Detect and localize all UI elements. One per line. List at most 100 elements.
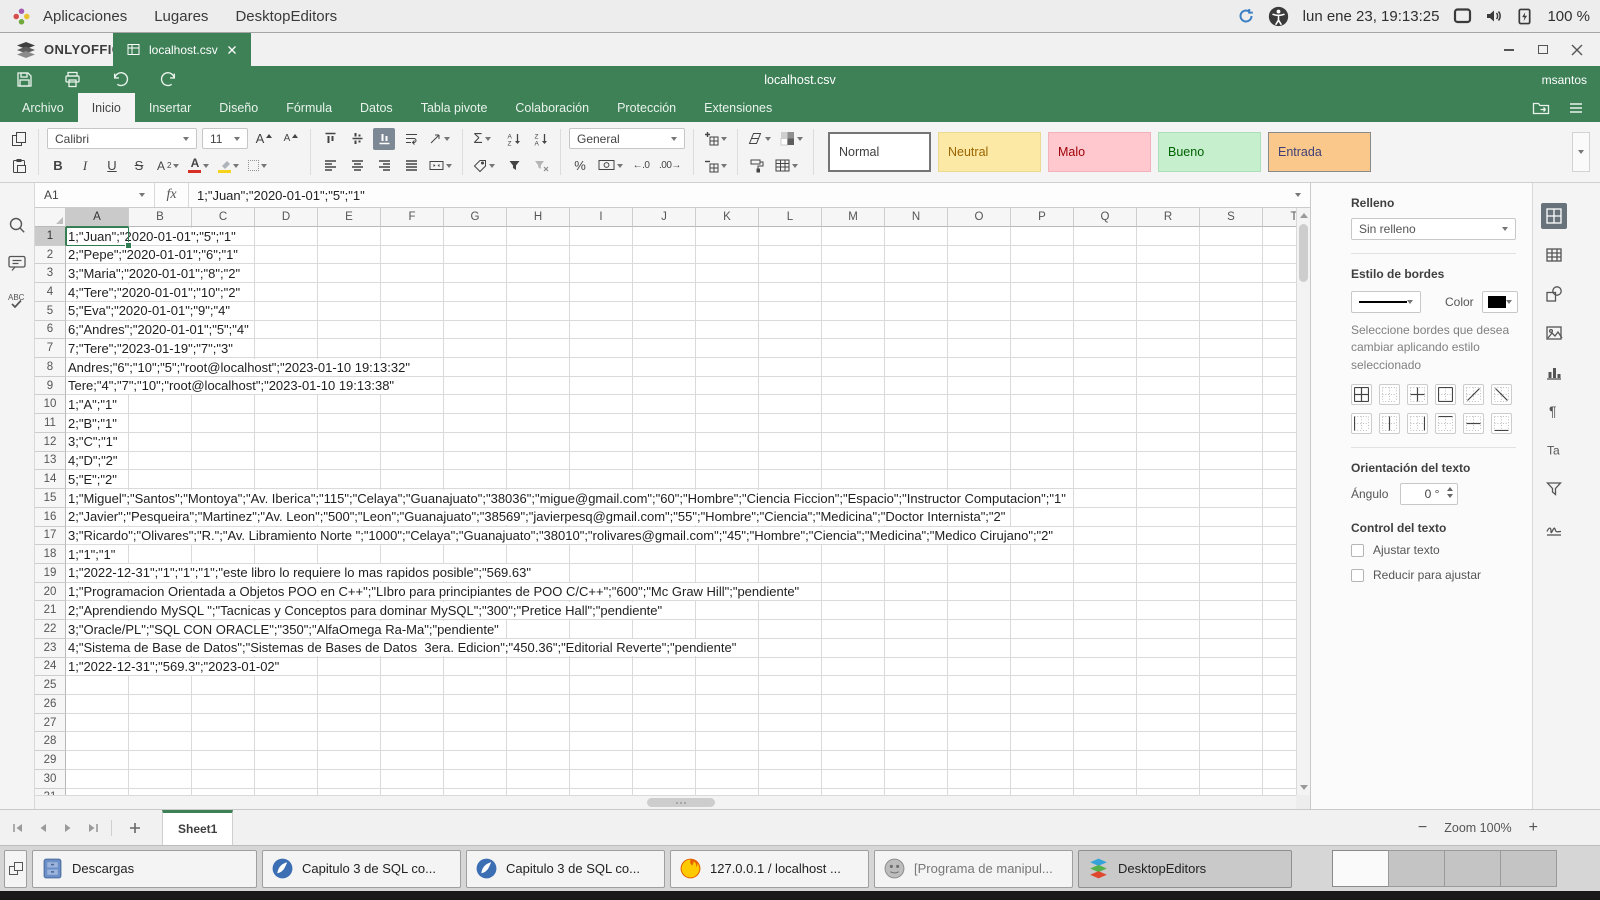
top-border-button[interactable] — [1435, 413, 1456, 434]
add-sheet-button[interactable] — [124, 817, 146, 839]
row-header-30[interactable]: 30 — [35, 770, 66, 789]
menu-tab-protecci-n[interactable]: Protección — [603, 93, 690, 122]
row-header-5[interactable]: 5 — [35, 302, 66, 321]
save-button[interactable] — [13, 69, 35, 91]
number-format-select[interactable]: General — [569, 128, 685, 149]
row-header-3[interactable]: 3 — [35, 264, 66, 283]
fill-select[interactable]: Sin relleno — [1351, 218, 1516, 240]
grid-row-21[interactable]: 2;"Aprendiendo MySQL ";"Tacnicas y Conce… — [66, 601, 1296, 620]
inner-vertical-border-button[interactable] — [1379, 413, 1400, 434]
grid-row-17[interactable]: 3;"Ricardo";"Olivares";"R.";"Av. Librami… — [66, 527, 1296, 546]
highlight-color-button[interactable] — [216, 155, 241, 177]
accessibility-icon[interactable] — [1268, 6, 1289, 27]
cells-area[interactable]: 1;"Juan";"2020-01-01";"5";"1"2;"Pepe";"2… — [66, 227, 1296, 795]
row-header-28[interactable]: 28 — [35, 732, 66, 751]
increase-font-button[interactable]: A — [253, 128, 275, 150]
border-line-select[interactable] — [1351, 291, 1421, 313]
open-location-icon[interactable] — [1532, 100, 1550, 116]
currency-style-button[interactable] — [596, 155, 625, 177]
workspace-3[interactable] — [1444, 850, 1501, 887]
spellcheck-icon[interactable]: ABC — [7, 291, 27, 311]
italic-button[interactable]: I — [74, 155, 96, 177]
grid-row-3[interactable]: 3;"Maria";"2020-01-01";"8";"2" — [66, 264, 1296, 283]
cell-name-box[interactable]: A1 — [35, 183, 155, 207]
row-header-1[interactable]: 1 — [35, 227, 66, 246]
column-header-m[interactable]: M — [822, 208, 885, 227]
cell-style-malo[interactable]: Malo — [1048, 132, 1151, 172]
grid-row-12[interactable]: 3;"C";"1" — [66, 433, 1296, 452]
column-header-o[interactable]: O — [948, 208, 1011, 227]
grid-row-22[interactable]: 3;"Oracle/PL";"SQL CON ORACLE";"350";"Al… — [66, 620, 1296, 639]
grid-row-7[interactable]: 7;"Tere";"2023-01-19";"7";"3" — [66, 339, 1296, 358]
zoom-in-button[interactable]: + — [1529, 819, 1538, 837]
select-all-corner[interactable] — [35, 208, 66, 227]
increase-decimal-button[interactable]: .00→ — [657, 155, 683, 177]
row-header-7[interactable]: 7 — [35, 339, 66, 358]
maximize-button[interactable] — [1526, 37, 1560, 63]
menu-tab-extensiones[interactable]: Extensiones — [690, 93, 786, 122]
grid-row-27[interactable] — [66, 714, 1296, 733]
workspace-4[interactable] — [1500, 850, 1557, 887]
table-settings-icon[interactable] — [1541, 242, 1567, 268]
menu-tab-inicio[interactable]: Inicio — [78, 93, 135, 122]
grid-row-18[interactable]: 1;"1";"1" — [66, 545, 1296, 564]
named-ranges-button[interactable] — [471, 155, 497, 177]
workspace-1[interactable] — [1332, 850, 1389, 887]
zoom-level[interactable]: Zoom 100% — [1444, 821, 1511, 835]
cell-style-entrada[interactable]: Entrada — [1268, 132, 1371, 172]
row-header-14[interactable]: 14 — [35, 470, 66, 489]
align-bottom-button[interactable] — [373, 128, 395, 150]
slicer-settings-icon[interactable] — [1541, 476, 1567, 502]
chart-settings-icon[interactable] — [1541, 359, 1567, 385]
taskbar-button-capitulo-3-de-sql-co[interactable]: Capitulo 3 de SQL co... — [466, 850, 665, 888]
menu-tab-datos[interactable]: Datos — [346, 93, 407, 122]
grid-row-13[interactable]: 4;"D";"2" — [66, 452, 1296, 471]
grid-row-20[interactable]: 1;"Programacion Orientada a Objetos POO … — [66, 583, 1296, 602]
textart-settings-icon[interactable]: Ta — [1541, 437, 1567, 463]
grid-row-15[interactable]: 1;"Miguel";"Santos";"Montoya";"Av. Iberi… — [66, 489, 1296, 508]
copy-button[interactable] — [8, 128, 30, 150]
column-header-e[interactable]: E — [318, 208, 381, 227]
row-header-17[interactable]: 17 — [35, 527, 66, 546]
menu-tab-dise-o[interactable]: Diseño — [205, 93, 272, 122]
inner-horizontal-border-button[interactable] — [1463, 413, 1484, 434]
battery-icon[interactable] — [1516, 7, 1533, 26]
desktop-menu-lugares[interactable]: Lugares — [154, 8, 208, 25]
format-as-table-button[interactable] — [773, 155, 800, 177]
desktop-menu-desktopeditors[interactable]: DesktopEditors — [235, 8, 337, 25]
border-color-select[interactable] — [1482, 291, 1518, 313]
percent-style-button[interactable]: % — [569, 155, 591, 177]
outside-borders-button[interactable] — [1435, 384, 1456, 405]
clear-button[interactable] — [746, 128, 773, 150]
inside-borders-button[interactable] — [1407, 384, 1428, 405]
row-header-29[interactable]: 29 — [35, 751, 66, 770]
row-header-10[interactable]: 10 — [35, 395, 66, 414]
clock[interactable]: lun ene 23, 19:13:25 — [1303, 8, 1440, 25]
clear-filter-button[interactable] — [530, 155, 552, 177]
column-header-p[interactable]: P — [1011, 208, 1074, 227]
menu-tab-tabla-pivote[interactable]: Tabla pivote — [407, 93, 502, 122]
grid-row-19[interactable]: 1;"2022-12-31";"1";"1";"1";"este libro l… — [66, 564, 1296, 583]
justify-button[interactable] — [400, 155, 422, 177]
merge-cells-button[interactable] — [427, 155, 454, 177]
row-header-19[interactable]: 19 — [35, 564, 66, 583]
applications-menu-icon[interactable] — [12, 7, 31, 26]
grid-row-29[interactable] — [66, 751, 1296, 770]
updates-icon[interactable] — [1238, 8, 1254, 24]
redo-button[interactable] — [157, 69, 179, 91]
column-header-c[interactable]: C — [192, 208, 255, 227]
hamburger-icon[interactable] — [1568, 100, 1584, 116]
shape-settings-icon[interactable] — [1541, 281, 1567, 307]
column-header-q[interactable]: Q — [1074, 208, 1137, 227]
taskbar-button-programa-de-manipul[interactable]: [Programa de manipul... — [874, 850, 1073, 888]
column-header-k[interactable]: K — [696, 208, 759, 227]
window-list-button[interactable] — [4, 850, 27, 888]
align-right-button[interactable] — [373, 155, 395, 177]
grid-row-16[interactable]: 2;"Javier";"Pesqueira";"Martinez";"Av. L… — [66, 508, 1296, 527]
grid-row-26[interactable] — [66, 695, 1296, 714]
all-borders-button[interactable] — [1351, 384, 1372, 405]
vertical-scrollbar-thumb[interactable] — [1299, 224, 1308, 282]
align-middle-button[interactable] — [346, 128, 368, 150]
sort-ascending-button[interactable]: AZ — [503, 128, 525, 150]
close-tab-icon[interactable] — [227, 45, 237, 55]
